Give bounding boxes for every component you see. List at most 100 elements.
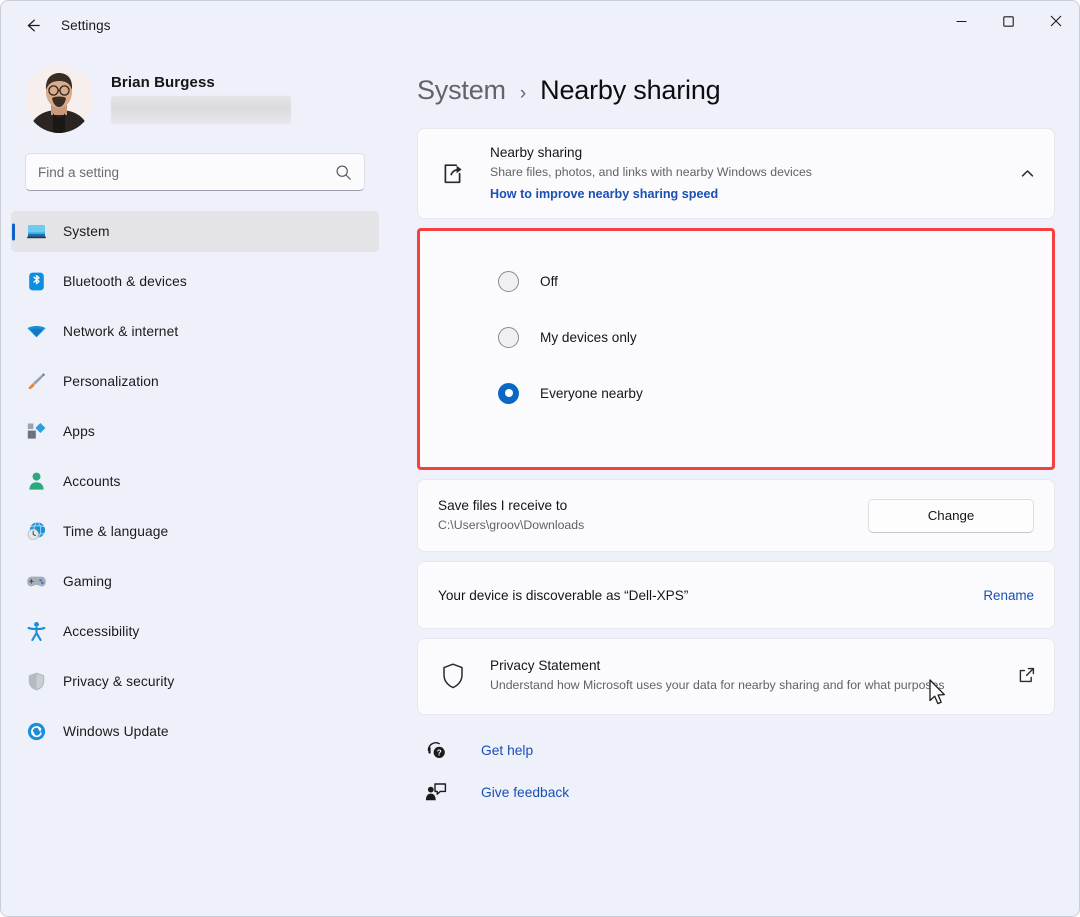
radio-indicator (498, 271, 519, 292)
save-files-text: Save files I receive to C:\Users\groov\D… (438, 496, 854, 535)
apps-icon (25, 421, 47, 443)
share-icon (436, 161, 470, 187)
paintbrush-icon (25, 371, 47, 393)
nearby-sharing-mode-group: Off My devices only Everyone nearby (417, 228, 1055, 470)
minimize-icon (955, 15, 968, 28)
radio-option-everyone-nearby[interactable]: Everyone nearby (420, 365, 1052, 421)
sidebar-item-label: Gaming (63, 574, 112, 589)
breadcrumb-parent[interactable]: System (417, 75, 506, 106)
svg-text:?: ? (437, 748, 442, 757)
save-files-card: Save files I receive to C:\Users\groov\D… (417, 479, 1055, 552)
sidebar-item-apps[interactable]: Apps (11, 411, 379, 452)
sidebar-item-label: Accessibility (63, 624, 139, 639)
sidebar-item-windows-update[interactable]: Windows Update (11, 711, 379, 752)
wifi-icon (25, 321, 47, 343)
system-icon (25, 221, 47, 243)
privacy-statement-subtitle: Understand how Microsoft uses your data … (490, 676, 970, 695)
arrow-left-icon (24, 16, 43, 35)
sidebar-item-gaming[interactable]: Gaming (11, 561, 379, 602)
change-button[interactable]: Change (868, 499, 1034, 533)
sidebar-item-label: Windows Update (63, 724, 169, 739)
sidebar-item-label: Privacy & security (63, 674, 174, 689)
save-files-path: C:\Users\groov\Downloads (438, 516, 854, 535)
accessibility-icon (25, 621, 47, 643)
search-input[interactable] (38, 165, 334, 180)
sidebar-item-network-internet[interactable]: Network & internet (11, 311, 379, 352)
sidebar-item-label: Time & language (63, 524, 168, 539)
title-bar: Settings (1, 1, 1079, 49)
get-help-icon: ? (423, 739, 449, 761)
sidebar: Brian Burgess (1, 49, 389, 916)
sidebar-item-accounts[interactable]: Accounts (11, 461, 379, 502)
nearby-sharing-text: Nearby sharing Share files, photos, and … (490, 143, 1005, 204)
sidebar-item-label: Network & internet (63, 324, 178, 339)
maximize-button[interactable] (985, 1, 1032, 41)
change-folder-button-wrap: Change (868, 499, 1034, 533)
shield-icon (25, 671, 47, 693)
radio-label: Everyone nearby (540, 386, 643, 401)
breadcrumb-separator: › (520, 83, 526, 105)
give-feedback-row[interactable]: Give feedback (423, 771, 1055, 813)
maximize-icon (1002, 15, 1015, 28)
sidebar-item-label: Bluetooth & devices (63, 274, 187, 289)
avatar (25, 65, 93, 133)
sidebar-item-label: Accounts (63, 474, 121, 489)
radio-label: Off (540, 274, 558, 289)
person-icon (25, 471, 47, 493)
radio-option-off[interactable]: Off (420, 253, 1052, 309)
nearby-sharing-subtitle: Share files, photos, and links with near… (490, 163, 1005, 182)
close-button[interactable] (1032, 1, 1079, 41)
sidebar-item-label: Apps (63, 424, 95, 439)
sidebar-item-label: System (63, 224, 110, 239)
footer-links: ? Get help Give feedback (417, 729, 1055, 813)
sidebar-nav: System Bluetooth & devices (1, 211, 389, 761)
expand-collapse-button[interactable] (1019, 165, 1036, 182)
settings-window: Settings (0, 0, 1080, 917)
feedback-icon (423, 781, 449, 803)
profile-name: Brian Burgess (111, 74, 291, 91)
sidebar-item-privacy-security[interactable]: Privacy & security (11, 661, 379, 702)
privacy-statement-row: Privacy Statement Understand how Microso… (418, 639, 1054, 714)
profile-email-redacted (111, 96, 291, 124)
nearby-sharing-title: Nearby sharing (490, 143, 1005, 162)
radio-label: My devices only (540, 330, 637, 345)
sidebar-item-accessibility[interactable]: Accessibility (11, 611, 379, 652)
rename-link[interactable]: Rename (983, 588, 1034, 603)
radio-option-my-devices-only[interactable]: My devices only (420, 309, 1052, 365)
minimize-button[interactable] (938, 1, 985, 41)
profile-section[interactable]: Brian Burgess (1, 49, 389, 141)
give-feedback-link[interactable]: Give feedback (481, 785, 569, 800)
privacy-statement-title: Privacy Statement (490, 656, 1003, 676)
avatar-photo-icon (25, 65, 93, 133)
external-link-icon (1017, 666, 1036, 685)
privacy-statement-text: Privacy Statement Understand how Microso… (490, 656, 1003, 695)
get-help-link[interactable]: Get help (481, 743, 533, 758)
search-box[interactable] (25, 153, 365, 191)
clock-globe-icon (25, 521, 47, 543)
search-section (25, 153, 365, 191)
window-controls (938, 1, 1079, 49)
nearby-sharing-card[interactable]: Nearby sharing Share files, photos, and … (417, 128, 1055, 219)
improve-speed-link[interactable]: How to improve nearby sharing speed (490, 184, 718, 204)
device-name-row: Your device is discoverable as “Dell-XPS… (418, 562, 1054, 628)
chevron-up-icon (1019, 165, 1036, 182)
back-button[interactable] (15, 9, 51, 41)
get-help-row[interactable]: ? Get help (423, 729, 1055, 771)
open-privacy-link-button[interactable] (1017, 666, 1036, 685)
bluetooth-icon (25, 271, 47, 293)
breadcrumb: System › Nearby sharing (417, 49, 1055, 128)
sidebar-item-system[interactable]: System (11, 211, 379, 252)
search-icon (334, 164, 352, 181)
sidebar-item-personalization[interactable]: Personalization (11, 361, 379, 402)
device-discoverable-text: Your device is discoverable as “Dell-XPS… (438, 588, 983, 603)
privacy-statement-card[interactable]: Privacy Statement Understand how Microso… (417, 638, 1055, 715)
sidebar-item-bluetooth-devices[interactable]: Bluetooth & devices (11, 261, 379, 302)
close-icon (1049, 14, 1063, 28)
radio-indicator (498, 327, 519, 348)
main-pane: System › Nearby sharing Nearby sharin (389, 49, 1079, 916)
save-files-row: Save files I receive to C:\Users\groov\D… (418, 480, 1054, 551)
sidebar-item-time-language[interactable]: Time & language (11, 511, 379, 552)
radio-indicator-selected (498, 383, 519, 404)
shield-outline-icon (436, 662, 470, 690)
sidebar-item-label: Personalization (63, 374, 159, 389)
